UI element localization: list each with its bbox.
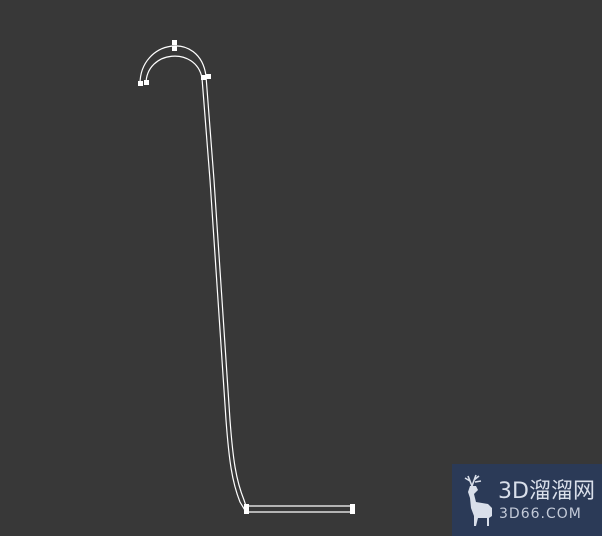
viewport-canvas[interactable] [0, 0, 602, 536]
vertex-handle[interactable] [206, 74, 211, 79]
vertex-handle[interactable] [350, 504, 355, 509]
vertex-handle[interactable] [144, 80, 149, 85]
vertex-handle[interactable] [172, 40, 177, 45]
vertex-handle[interactable] [244, 509, 249, 514]
watermark-logo: 3D溜溜网 3D66.COM [452, 464, 602, 536]
watermark-title: 3D溜溜网 [498, 479, 595, 504]
vertex-handle[interactable] [350, 509, 355, 514]
spline-inner-path[interactable] [145, 55, 352, 513]
3d-viewport[interactable]: 3D溜溜网 3D66.COM [0, 0, 602, 536]
spline-outer-path[interactable] [139, 45, 352, 507]
vertex-handle[interactable] [244, 504, 249, 509]
vertex-handle[interactable] [172, 46, 177, 51]
vertex-handle[interactable] [201, 75, 206, 80]
deer-icon [464, 474, 492, 526]
vertex-handle[interactable] [138, 81, 143, 86]
watermark-url: 3D66.COM [499, 506, 582, 522]
